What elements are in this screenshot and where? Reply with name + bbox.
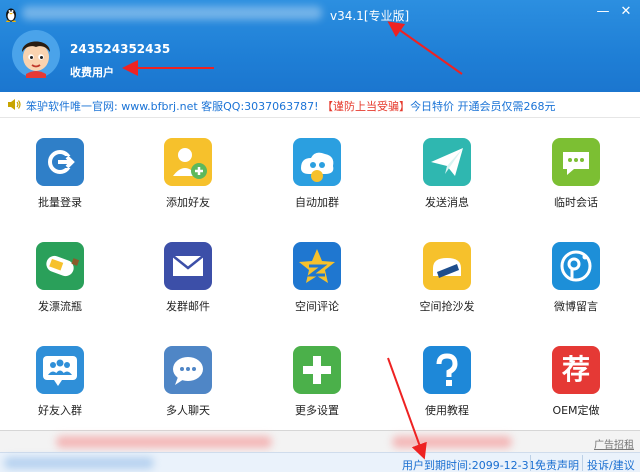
- notice-bar: 笨驴软件唯一官网: www.bfbrj.net 客服QQ:3037063787!…: [0, 92, 640, 118]
- drift-bottle-icon: [36, 242, 84, 290]
- app-label: 空间抢沙发: [419, 300, 475, 313]
- notice-text[interactable]: 笨驴软件唯一官网: www.bfbrj.net 客服QQ:3037063787!…: [26, 98, 556, 114]
- app-label: 临时会话: [554, 196, 598, 209]
- ad-redacted-left: [56, 436, 272, 448]
- app-label: 好友入群: [38, 404, 82, 417]
- app-label: 添加好友: [166, 196, 210, 209]
- help-tutorial-icon: [423, 346, 471, 394]
- send-message-icon: [423, 138, 471, 186]
- user-type: 收费用户: [70, 66, 114, 79]
- ad-redacted-right: [392, 436, 512, 448]
- avatar[interactable]: [12, 30, 60, 78]
- status-redacted: [4, 457, 154, 469]
- app-label: OEM定做: [552, 404, 600, 417]
- app-qzone-comment[interactable]: 空间评论: [267, 224, 367, 324]
- close-button[interactable]: ✕: [617, 4, 635, 20]
- app-label: 批量登录: [38, 196, 82, 209]
- ad-bar: 广告招租: [0, 430, 640, 452]
- friends-join-group-icon: [36, 346, 84, 394]
- app-drift-bottle[interactable]: 发漂流瓶: [10, 224, 110, 324]
- notice-warning: 【谨防上当受骗】: [318, 100, 411, 113]
- weibo-message-icon: [552, 242, 600, 290]
- divider: [530, 455, 531, 471]
- app-group-mail[interactable]: 发群邮件: [138, 224, 238, 324]
- minimize-button[interactable]: —: [594, 4, 612, 20]
- app-add-friend[interactable]: 添加好友: [138, 120, 238, 220]
- divider: [582, 455, 583, 471]
- app-label: 更多设置: [295, 404, 339, 417]
- app-label: 空间评论: [295, 300, 339, 313]
- qzone-comment-icon: [293, 242, 341, 290]
- app-label: 使用教程: [425, 404, 469, 417]
- group-mail-icon: [164, 242, 212, 290]
- expire-date: 用户到期时间:2099-12-31: [402, 459, 536, 472]
- login-icon: [36, 138, 84, 186]
- app-batch-login[interactable]: 批量登录: [10, 120, 110, 220]
- notice-official-site[interactable]: 笨驴软件唯一官网: www.bfbrj.net 客服QQ:3037063787!: [26, 100, 319, 113]
- window-title: v34.1[专业版]: [330, 9, 410, 23]
- oem-custom-icon: 荐: [552, 346, 600, 394]
- app-label: 多人聊天: [166, 404, 210, 417]
- temp-chat-icon: [552, 138, 600, 186]
- speaker-icon: [8, 99, 21, 110]
- oem-glyph: 荐: [561, 353, 590, 386]
- auto-join-group-icon: [293, 138, 341, 186]
- multi-chat-icon: [164, 346, 212, 394]
- app-oem-custom[interactable]: 荐 OEM定做: [526, 328, 626, 428]
- app-label: 发群邮件: [166, 300, 210, 313]
- app-weibo-message[interactable]: 微博留言: [526, 224, 626, 324]
- qzone-sofa-icon: [423, 242, 471, 290]
- add-friend-icon: [164, 138, 212, 186]
- ad-rent-link[interactable]: 广告招租: [594, 436, 634, 451]
- app-multi-chat[interactable]: 多人聊天: [138, 328, 238, 428]
- app-help-tutorial[interactable]: 使用教程: [397, 328, 497, 428]
- header-bar: v34.1[专业版] — ✕ 243524352435 收费用户: [0, 0, 640, 92]
- app-temp-chat[interactable]: 临时会话: [526, 120, 626, 220]
- app-qzone-sofa[interactable]: 空间抢沙发: [397, 224, 497, 324]
- penguin-logo-icon: [6, 8, 16, 22]
- app-auto-join-group[interactable]: 自动加群: [267, 120, 367, 220]
- notice-promo[interactable]: 今日特价 开通会员仅需268元: [410, 100, 556, 113]
- status-bar: 用户到期时间:2099-12-31 免责声明 投诉/建议: [0, 452, 640, 472]
- app-label: 微博留言: [554, 300, 598, 313]
- app-friends-join-group[interactable]: 好友入群: [10, 328, 110, 428]
- app-label: 自动加群: [295, 196, 339, 209]
- feedback-link[interactable]: 投诉/建议: [587, 457, 635, 472]
- more-settings-icon: [293, 346, 341, 394]
- title-redacted: [22, 6, 322, 20]
- user-id: 243524352435: [70, 42, 171, 56]
- feature-grid: 批量登录 添加好友 自动加群 发送消息 临时会话 发漂流瓶 发群邮件 空间评论 …: [0, 120, 640, 430]
- app-send-message[interactable]: 发送消息: [397, 120, 497, 220]
- app-label: 发漂流瓶: [38, 300, 82, 313]
- app-more-settings[interactable]: 更多设置: [267, 328, 367, 428]
- disclaimer-link[interactable]: 免责声明: [535, 457, 579, 472]
- app-label: 发送消息: [425, 196, 469, 209]
